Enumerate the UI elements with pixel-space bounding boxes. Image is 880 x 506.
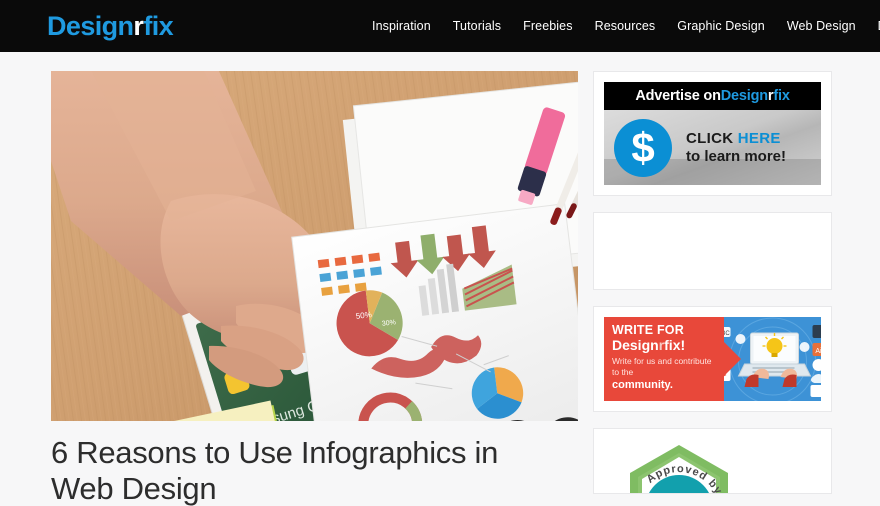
ad-advertise-on-designrfix[interactable]: Advertise on Design r fix $ CLICK HERE to … <box>604 82 821 185</box>
ad-cta-line-2: to learn more! <box>686 147 787 165</box>
dollar-sign-icon: $ <box>614 118 672 177</box>
svg-text:Ai: Ai <box>815 348 821 355</box>
nav-item-graphic-design[interactable]: Graphic Design <box>666 0 776 52</box>
site-header: Designrfix Inspiration Tutorials Freebie… <box>0 0 880 52</box>
ad-write-for-designrfix[interactable]: WRITE FOR Designrfix! Write for us and c… <box>604 317 821 401</box>
sidebar-widget-advertise: Advertise on Design r fix $ CLICK HERE to … <box>593 71 832 196</box>
ad-heading-prefix: Advertise on <box>635 88 721 104</box>
ad-advertise-cta: CLICK HERE to learn more! <box>686 130 786 165</box>
approved-by-blog-badge[interactable]: Approved by BLOG <box>616 439 821 493</box>
wf-brand-design: Design <box>612 337 659 354</box>
site-logo[interactable]: Designrfix <box>47 10 174 41</box>
ad-advertise-body: $ CLICK HERE to learn more! <box>604 110 821 185</box>
sidebar-widget-blog-badge: Approved by BLOG <box>593 428 832 494</box>
nav-item-deals[interactable]: Deals <box>867 0 880 52</box>
ad-write-for-line-2: Designrfix! <box>612 338 718 353</box>
ad-advertise-heading: Advertise on Design r fix <box>604 82 821 110</box>
nav-item-resources[interactable]: Resources <box>584 0 667 52</box>
ad-write-for-banner: WRITE FOR Designrfix! Write for us and c… <box>604 317 821 401</box>
ad-cta-line-1: CLICK HERE <box>686 130 786 147</box>
ad-cta-click: CLICK <box>686 130 738 148</box>
ad-heading-brand-fix: fix <box>773 88 790 104</box>
wf-brand-fix: fix! <box>664 337 686 354</box>
nav-item-tutorials[interactable]: Tutorials <box>442 0 512 52</box>
article-hero-image[interactable]: Samsung GALAXY Tab S 12:45 <box>51 71 578 421</box>
article-title[interactable]: 6 Reasons to Use Infographics in Web Des… <box>51 435 551 506</box>
nav-item-inspiration[interactable]: Inspiration <box>372 0 442 52</box>
ad-write-for-line-1: WRITE FOR <box>612 323 684 337</box>
ad-heading-brand-design: Design <box>720 88 768 104</box>
ad-cta-here: HERE <box>737 130 781 148</box>
sidebar: Advertise on Design r fix $ CLICK HERE to … <box>593 71 832 506</box>
sidebar-widget-write-for-us: WRITE FOR Designrfix! Write for us and c… <box>593 306 832 412</box>
main-navigation: Inspiration Tutorials Freebies Resources… <box>372 0 880 52</box>
main-content: Samsung GALAXY Tab S 12:45 <box>51 71 578 506</box>
sidebar-widget-empty <box>593 212 832 290</box>
ad-write-for-line-4: community. <box>612 378 673 391</box>
page-body: Samsung GALAXY Tab S 12:45 <box>0 52 880 506</box>
nav-item-web-design[interactable]: Web Design <box>776 0 867 52</box>
ad-write-for-text-panel: WRITE FOR Designrfix! Write for us and c… <box>604 317 741 401</box>
logo-text-design: Design <box>47 10 134 41</box>
logo-text-fix: fix <box>143 10 174 41</box>
svg-text:ABC: ABC <box>724 331 730 337</box>
logo-text-r: r <box>133 10 144 41</box>
nav-item-freebies[interactable]: Freebies <box>512 0 583 52</box>
ad-write-for-line-3: Write for us and contribute to the <box>612 355 712 377</box>
